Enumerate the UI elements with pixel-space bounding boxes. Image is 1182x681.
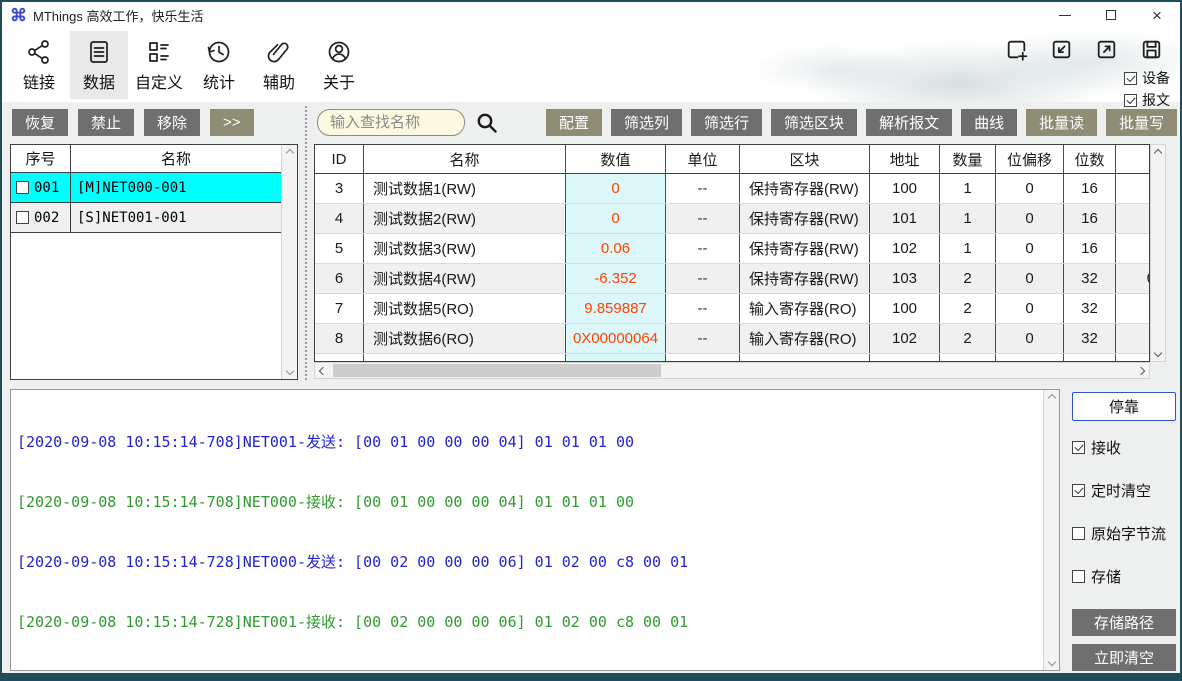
paperclip-icon — [265, 38, 293, 66]
maximize-button[interactable] — [1088, 2, 1134, 28]
log-output[interactable]: [2020-09-08 10:15:14-708]NET001-发送: [00 … — [10, 389, 1060, 671]
data-table-header: ID 名称 数值 单位 区块 地址 数量 位偏移 位数 系数 — [315, 145, 1150, 174]
filter-rows-button[interactable]: 筛选行 — [691, 109, 762, 136]
import-icon[interactable] — [1049, 37, 1074, 62]
scroll-up-icon[interactable] — [1047, 394, 1055, 402]
timed-clear-checkbox-box — [1072, 484, 1085, 497]
value-cell[interactable]: 0 — [566, 174, 666, 203]
maximize-icon — [1106, 10, 1116, 20]
log-controls: 停靠 接收 定时清空 原始字节流 存储 存储路径 立即清空 筛选链接 — [1072, 392, 1176, 681]
log-line: [2020-09-08 10:15:14-728]NET001-接收: [00 … — [17, 612, 1059, 632]
share-nodes-icon — [25, 38, 53, 66]
app-logo-icon: ⌘ — [10, 7, 27, 24]
custom-list-icon — [145, 38, 173, 66]
window-title: MThings 高效工作，快乐生活 — [33, 6, 203, 25]
table-row[interactable]: 7 测试数据5(RO) 9.859887 -- 输入寄存器(RO) 100 2 … — [315, 294, 1150, 324]
search-input[interactable] — [317, 109, 465, 136]
value-cell[interactable]: 9.859887 — [566, 294, 666, 323]
table-row[interactable]: 8 测试数据6(RO) 0X00000064 -- 输入寄存器(RO) 102 … — [315, 324, 1150, 354]
checkbox-device[interactable]: 设备 — [1124, 68, 1170, 88]
row-checkbox[interactable] — [16, 211, 29, 224]
data-table: ID 名称 数值 单位 区块 地址 数量 位偏移 位数 系数 3 测试数据1(R… — [314, 144, 1150, 362]
table-row[interactable]: 5 测试数据3(RW) 0.06 -- 保持寄存器(RW) 102 1 0 16… — [315, 234, 1150, 264]
batch-write-button[interactable]: 批量写 — [1106, 109, 1177, 136]
log-line: [2020-09-08 10:15:14-708]NET000-接收: [00 … — [17, 492, 1059, 512]
export-icon[interactable] — [1094, 37, 1119, 62]
tab-data[interactable]: 数据 — [70, 31, 128, 99]
filter-blocks-button[interactable]: 筛选区块 — [771, 109, 857, 136]
scroll-up-icon[interactable] — [1154, 149, 1162, 157]
document-icon — [85, 38, 113, 66]
tab-assist[interactable]: 辅助 — [250, 31, 308, 99]
storage-checkbox-box — [1072, 570, 1085, 583]
log-line: [2020-09-08 10:15:14-708]NET001-发送: [00 … — [17, 432, 1059, 452]
data-table-hscrollbar[interactable] — [314, 362, 1150, 379]
log-line: [2020-09-08 10:15:14-728]NET000-发送: [00 … — [17, 552, 1059, 572]
tab-links[interactable]: 链接 — [10, 31, 68, 99]
device-table-header: 序号 名称 — [11, 145, 281, 173]
scroll-down-icon[interactable] — [285, 367, 293, 375]
minimize-button[interactable] — [1042, 2, 1088, 28]
scroll-down-icon[interactable] — [1154, 349, 1162, 357]
value-cell[interactable]: - — [566, 354, 666, 362]
titlebar[interactable]: ⌘ MThings 高效工作，快乐生活 × — [2, 2, 1180, 28]
save-icon[interactable] — [1139, 37, 1164, 62]
remove-button[interactable]: 移除 — [144, 109, 200, 136]
scroll-up-icon[interactable] — [285, 149, 293, 157]
scrollbar-thumb[interactable] — [333, 364, 661, 377]
expand-button[interactable]: >> — [210, 109, 254, 136]
disable-button[interactable]: 禁止 — [78, 109, 134, 136]
device-checkbox-box — [1124, 72, 1137, 85]
dock-button[interactable]: 停靠 — [1072, 392, 1176, 421]
app-window: ⌘ MThings 高效工作，快乐生活 × 链接 数据 — [0, 0, 1182, 681]
value-cell[interactable]: 0 — [566, 204, 666, 233]
table-row-partial[interactable]: 9 测试数据7(RO) - -- 输入寄存器(RO) 104 2 0 32 — [315, 354, 1150, 362]
device-row-master[interactable]: 001 [M]NET000-001 — [11, 173, 281, 203]
search-icon[interactable] — [475, 111, 499, 135]
table-row[interactable]: 6 测试数据4(RW) -6.352 -- 保持寄存器(RW) 103 2 0 … — [315, 264, 1150, 294]
scroll-left-icon[interactable] — [319, 367, 327, 375]
scroll-down-icon[interactable] — [1047, 658, 1055, 666]
user-icon — [325, 38, 353, 66]
batch-read-button[interactable]: 批量读 — [1026, 109, 1097, 136]
panel-splitter[interactable] — [305, 106, 307, 380]
checkbox-storage[interactable]: 存储 — [1072, 566, 1176, 587]
filter-columns-button[interactable]: 筛选列 — [611, 109, 682, 136]
device-table: 序号 名称 001 [M]NET000-001 002 [S]NET001-00… — [10, 144, 298, 380]
config-button[interactable]: 配置 — [546, 109, 602, 136]
checkbox-raw-bytes[interactable]: 原始字节流 — [1072, 523, 1176, 544]
minimize-icon — [1059, 15, 1071, 16]
device-table-scrollbar[interactable] — [281, 145, 297, 379]
new-window-icon[interactable] — [1004, 37, 1029, 62]
value-cell[interactable]: 0X00000064 — [566, 324, 666, 353]
log-scrollbar[interactable] — [1043, 390, 1059, 670]
table-row[interactable]: 4 测试数据2(RW) 0 -- 保持寄存器(RW) 101 1 0 16 — [315, 204, 1150, 234]
value-cell[interactable]: 0.06 — [566, 234, 666, 263]
raw-bytes-checkbox-box — [1072, 527, 1085, 540]
restore-button[interactable]: 恢复 — [12, 109, 68, 136]
clear-now-button[interactable]: 立即清空 — [1072, 644, 1176, 671]
checkbox-timed-clear[interactable]: 定时清空 — [1072, 480, 1176, 501]
data-table-vscrollbar[interactable] — [1150, 144, 1166, 362]
row-checkbox[interactable] — [16, 181, 29, 194]
tab-custom[interactable]: 自定义 — [130, 31, 188, 99]
parse-message-button[interactable]: 解析报文 — [866, 109, 952, 136]
close-button[interactable]: × — [1134, 2, 1180, 28]
curve-button[interactable]: 曲线 — [961, 109, 1017, 136]
history-clock-icon — [205, 38, 233, 66]
tab-about[interactable]: 关于 — [310, 31, 368, 99]
close-icon: × — [1152, 7, 1162, 24]
scroll-right-icon[interactable] — [1137, 367, 1145, 375]
tab-statistics[interactable]: 统计 — [190, 31, 248, 99]
table-row[interactable]: 3 测试数据1(RW) 0 -- 保持寄存器(RW) 100 1 0 16 — [315, 174, 1150, 204]
checkbox-receive[interactable]: 接收 — [1072, 437, 1176, 458]
receive-checkbox-box — [1072, 441, 1085, 454]
value-cell[interactable]: -6.352 — [566, 264, 666, 293]
checkbox-message[interactable]: 报文 — [1124, 90, 1170, 110]
storage-path-button[interactable]: 存储路径 — [1072, 609, 1176, 636]
device-row-slave[interactable]: 002 [S]NET001-001 — [11, 203, 281, 233]
toolbar: 链接 数据 自定义 — [2, 28, 1180, 102]
message-checkbox-box — [1124, 94, 1137, 107]
control-row: 恢复 禁止 移除 >> 配置 筛选列 筛选行 筛选区块 解析报文 曲线 批量读 … — [2, 102, 1180, 143]
